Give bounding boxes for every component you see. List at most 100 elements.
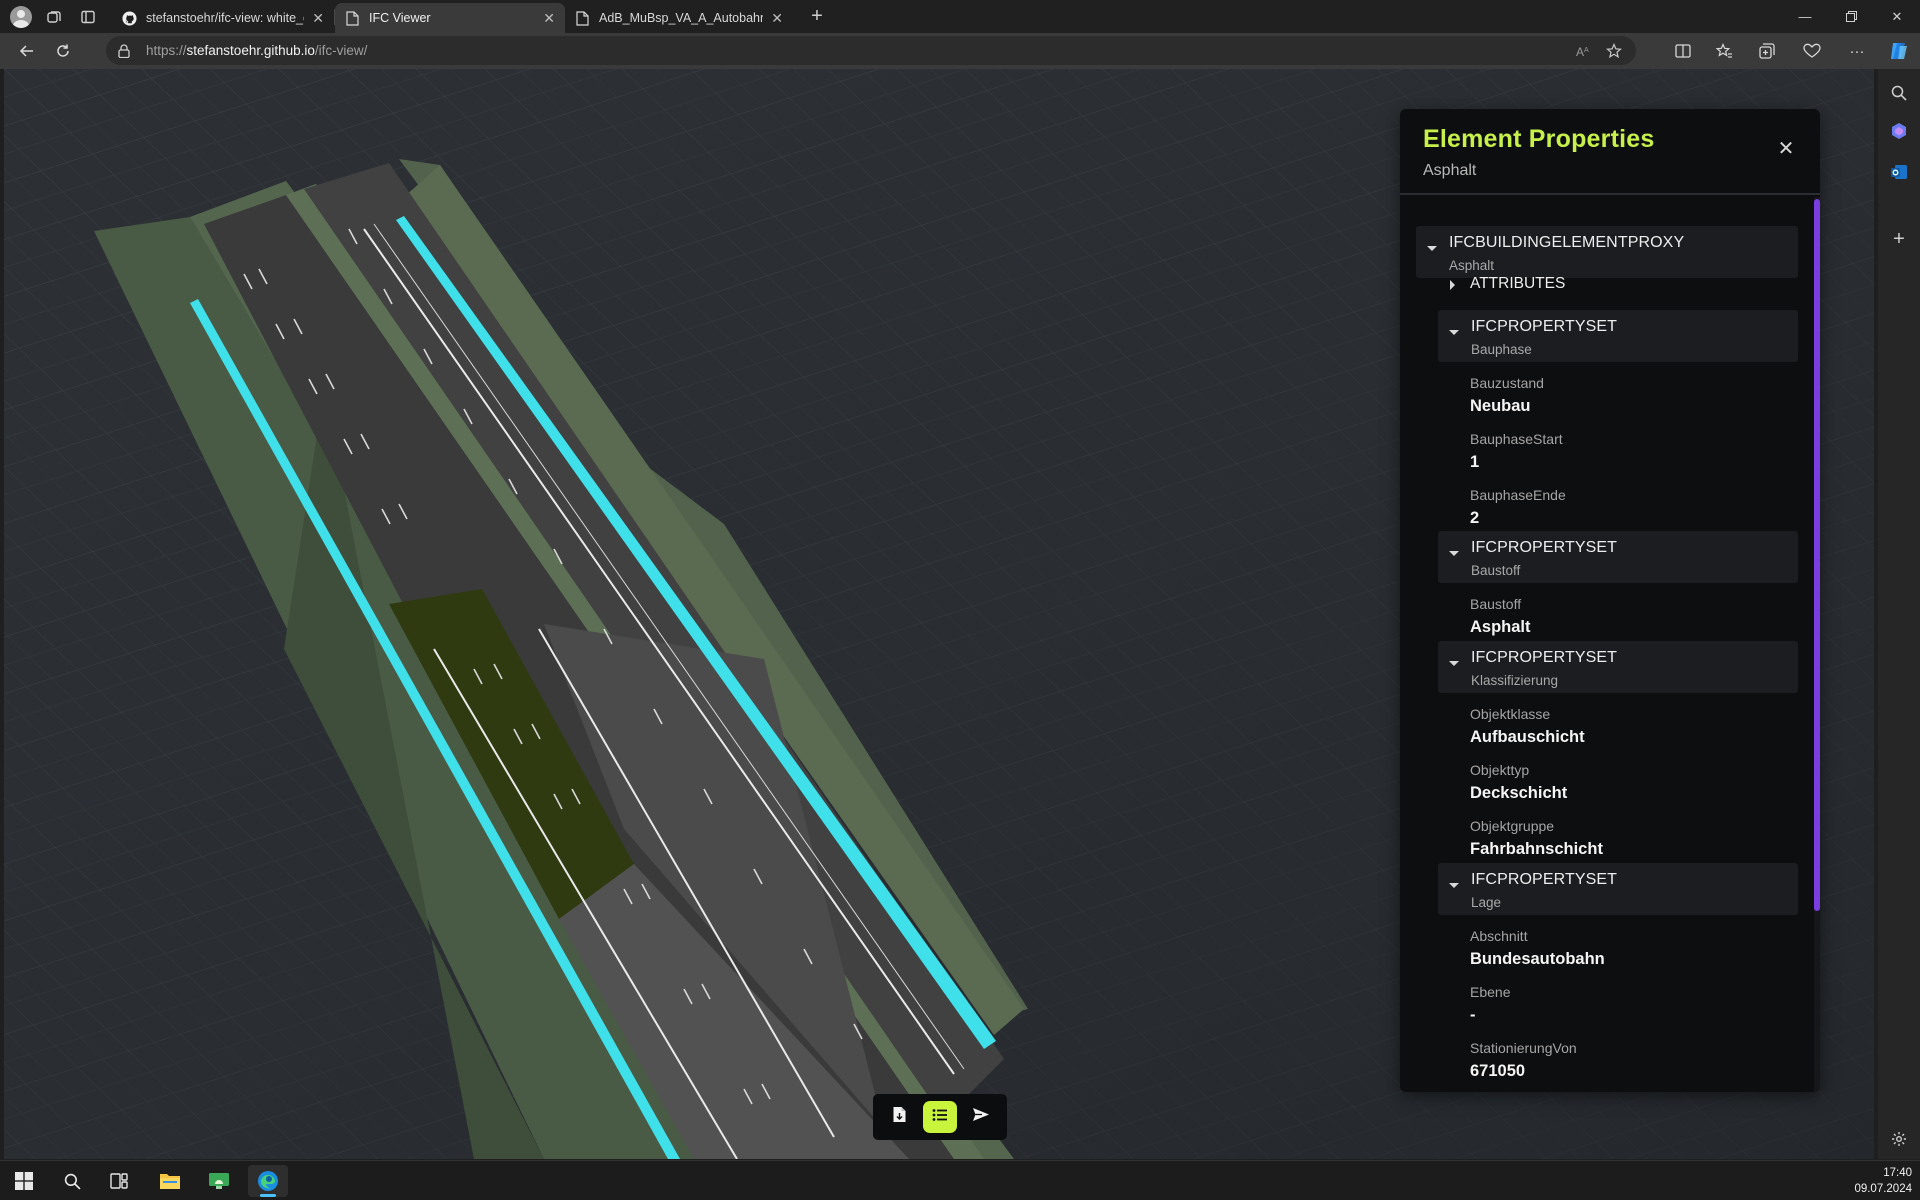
tab-close-icon[interactable]: ✕ [771, 10, 783, 27]
tab-github[interactable]: stefanstoehr/ifc-view: white_che ✕ [112, 3, 334, 33]
property-key: Baustoff [1470, 596, 1522, 612]
search-icon[interactable] [1887, 81, 1911, 105]
windows-start-icon[interactable] [4, 1165, 44, 1197]
tab-close-icon[interactable]: ✕ [312, 10, 324, 27]
tab-actions-icon[interactable] [76, 5, 100, 29]
node-name: Asphalt [1449, 258, 1495, 273]
url-protocol: https:// [146, 43, 187, 58]
page-icon [345, 10, 360, 26]
list-properties-button[interactable] [922, 1101, 957, 1133]
settings-gear-icon[interactable] [1887, 1127, 1911, 1151]
node-type: IFCPROPERTYSET [1471, 871, 1618, 888]
panel-title: Element Properties [1423, 125, 1655, 153]
url-path: /ifc-view/ [314, 43, 368, 58]
property-value: 1 [1470, 453, 1480, 471]
load-file-icon [892, 1106, 907, 1128]
github-icon [122, 10, 137, 26]
tree-node-propertyset-baustoff[interactable]: IFCPROPERTYSET Baustoff [1438, 531, 1798, 583]
property-value: Deckschicht [1470, 784, 1568, 802]
node-type: IFCBUILDINGELEMENTPROXY [1449, 234, 1685, 251]
property-value: Asphalt [1470, 618, 1531, 636]
property-key: StationierungVon [1470, 1040, 1577, 1056]
tab-close-icon[interactable]: ✕ [543, 10, 555, 27]
split-screen-icon[interactable] [1668, 36, 1698, 66]
outlook-icon[interactable] [1887, 160, 1911, 184]
add-sidebar-app-icon[interactable]: + [1887, 227, 1911, 251]
property-value: Aufbauschicht [1470, 728, 1585, 746]
tree-node-propertyset-klassifizierung[interactable]: IFCPROPERTYSET Klassifizierung [1438, 641, 1798, 693]
property-item: Objektklasse Aufbauschicht [1470, 706, 1585, 747]
collapsed-caret-icon[interactable] [1450, 280, 1455, 290]
lock-icon[interactable] [118, 43, 132, 58]
panel-subtitle: Asphalt [1423, 162, 1477, 179]
scrollbar-thumb[interactable] [1814, 199, 1820, 911]
browser-tab-strip: stefanstoehr/ifc-view: white_che ✕ IFC V… [0, 0, 1920, 33]
minimize-icon[interactable]: — [1782, 0, 1828, 33]
collections-icon[interactable] [1752, 36, 1782, 66]
viewer-toolbar [873, 1094, 1007, 1140]
refresh-icon[interactable] [48, 36, 78, 66]
load-file-button[interactable] [882, 1101, 916, 1133]
properties-tree[interactable]: IFCBUILDINGELEMENTPROXY Asphalt ATTRIBUT… [1400, 197, 1820, 1092]
tab-title: AdB_MuBsp_VA_A_Autobahn.ifc [599, 11, 763, 25]
tab-title: stefanstoehr/ifc-view: white_che [146, 11, 304, 25]
copilot-icon[interactable] [1884, 36, 1914, 66]
edge-sidebar: + [1878, 69, 1920, 1159]
node-name: Lage [1471, 895, 1502, 910]
send-button[interactable] [964, 1101, 998, 1133]
expanded-caret-icon[interactable] [1449, 883, 1459, 888]
tree-node-attributes[interactable]: ATTRIBUTES [1450, 275, 1566, 293]
property-key: BauphaseStart [1470, 431, 1563, 447]
taskbar-search-icon[interactable] [52, 1165, 92, 1197]
property-value: Fahrbahnschicht [1470, 840, 1603, 858]
file-explorer-icon[interactable] [150, 1165, 190, 1197]
property-value: 671050 [1470, 1062, 1526, 1080]
url-input[interactable]: https://stefanstoehr.github.io/ifc-view/… [106, 36, 1636, 65]
favorites-icon[interactable] [1709, 36, 1739, 66]
expanded-caret-icon[interactable] [1449, 330, 1459, 335]
browser-essentials-icon[interactable] [1797, 36, 1827, 66]
edge-browser-icon[interactable] [248, 1165, 288, 1197]
list-properties-icon [932, 1108, 948, 1127]
node-name: Baustoff [1471, 563, 1521, 578]
property-value: Bundesautobahn [1470, 950, 1605, 968]
page-icon [575, 10, 590, 26]
tree-node-root[interactable]: IFCBUILDINGELEMENTPROXY Asphalt [1416, 226, 1798, 278]
close-window-icon[interactable]: ✕ [1874, 0, 1920, 33]
address-bar: https://stefanstoehr.github.io/ifc-view/… [0, 33, 1920, 69]
tab-title: IFC Viewer [369, 11, 431, 25]
restore-icon[interactable] [1828, 0, 1874, 33]
read-aloud-icon[interactable]: AA [1576, 36, 1592, 65]
property-item: Ebene - [1470, 984, 1510, 1025]
expanded-caret-icon[interactable] [1427, 246, 1437, 251]
tree-node-propertyset-lage[interactable]: IFCPROPERTYSET Lage [1438, 863, 1798, 915]
property-value: - [1470, 1006, 1476, 1024]
expanded-caret-icon[interactable] [1449, 551, 1459, 556]
property-key: Objektklasse [1470, 706, 1551, 722]
task-view-icon[interactable] [99, 1165, 139, 1197]
profile-avatar[interactable] [10, 5, 32, 28]
url-host: stefanstoehr.github.io [186, 43, 315, 58]
more-options-icon[interactable]: ··· [1842, 36, 1872, 66]
tree-node-propertyset-bauphase[interactable]: IFCPROPERTYSET Bauphase [1438, 310, 1798, 362]
node-name: Klassifizierung [1471, 673, 1559, 688]
windows-taskbar: 17:40 09.07.2024 [0, 1160, 1920, 1200]
expanded-caret-icon[interactable] [1449, 661, 1459, 666]
property-key: Abschnitt [1470, 928, 1528, 944]
property-key: Objektgruppe [1470, 818, 1555, 834]
copilot-app-icon[interactable] [1887, 119, 1911, 143]
new-tab-icon[interactable]: + [805, 5, 829, 28]
send-icon [972, 1107, 990, 1127]
node-label: ATTRIBUTES [1470, 275, 1566, 292]
favorite-star-icon[interactable] [1606, 36, 1622, 65]
back-icon[interactable] [12, 36, 42, 66]
tab-ifc-file[interactable]: AdB_MuBsp_VA_A_Autobahn.ifc ✕ [565, 3, 793, 33]
workspaces-icon[interactable] [42, 5, 66, 29]
close-icon[interactable]: ✕ [1776, 139, 1796, 159]
system-clock[interactable]: 17:40 09.07.2024 [1854, 1165, 1912, 1197]
property-key: Objekttyp [1470, 762, 1530, 778]
node-type: IFCPROPERTYSET [1471, 318, 1618, 335]
tab-ifc-viewer[interactable]: IFC Viewer ✕ [335, 3, 565, 33]
remote-desktop-icon[interactable] [199, 1165, 239, 1197]
clock-time: 17:40 [1883, 1167, 1912, 1179]
